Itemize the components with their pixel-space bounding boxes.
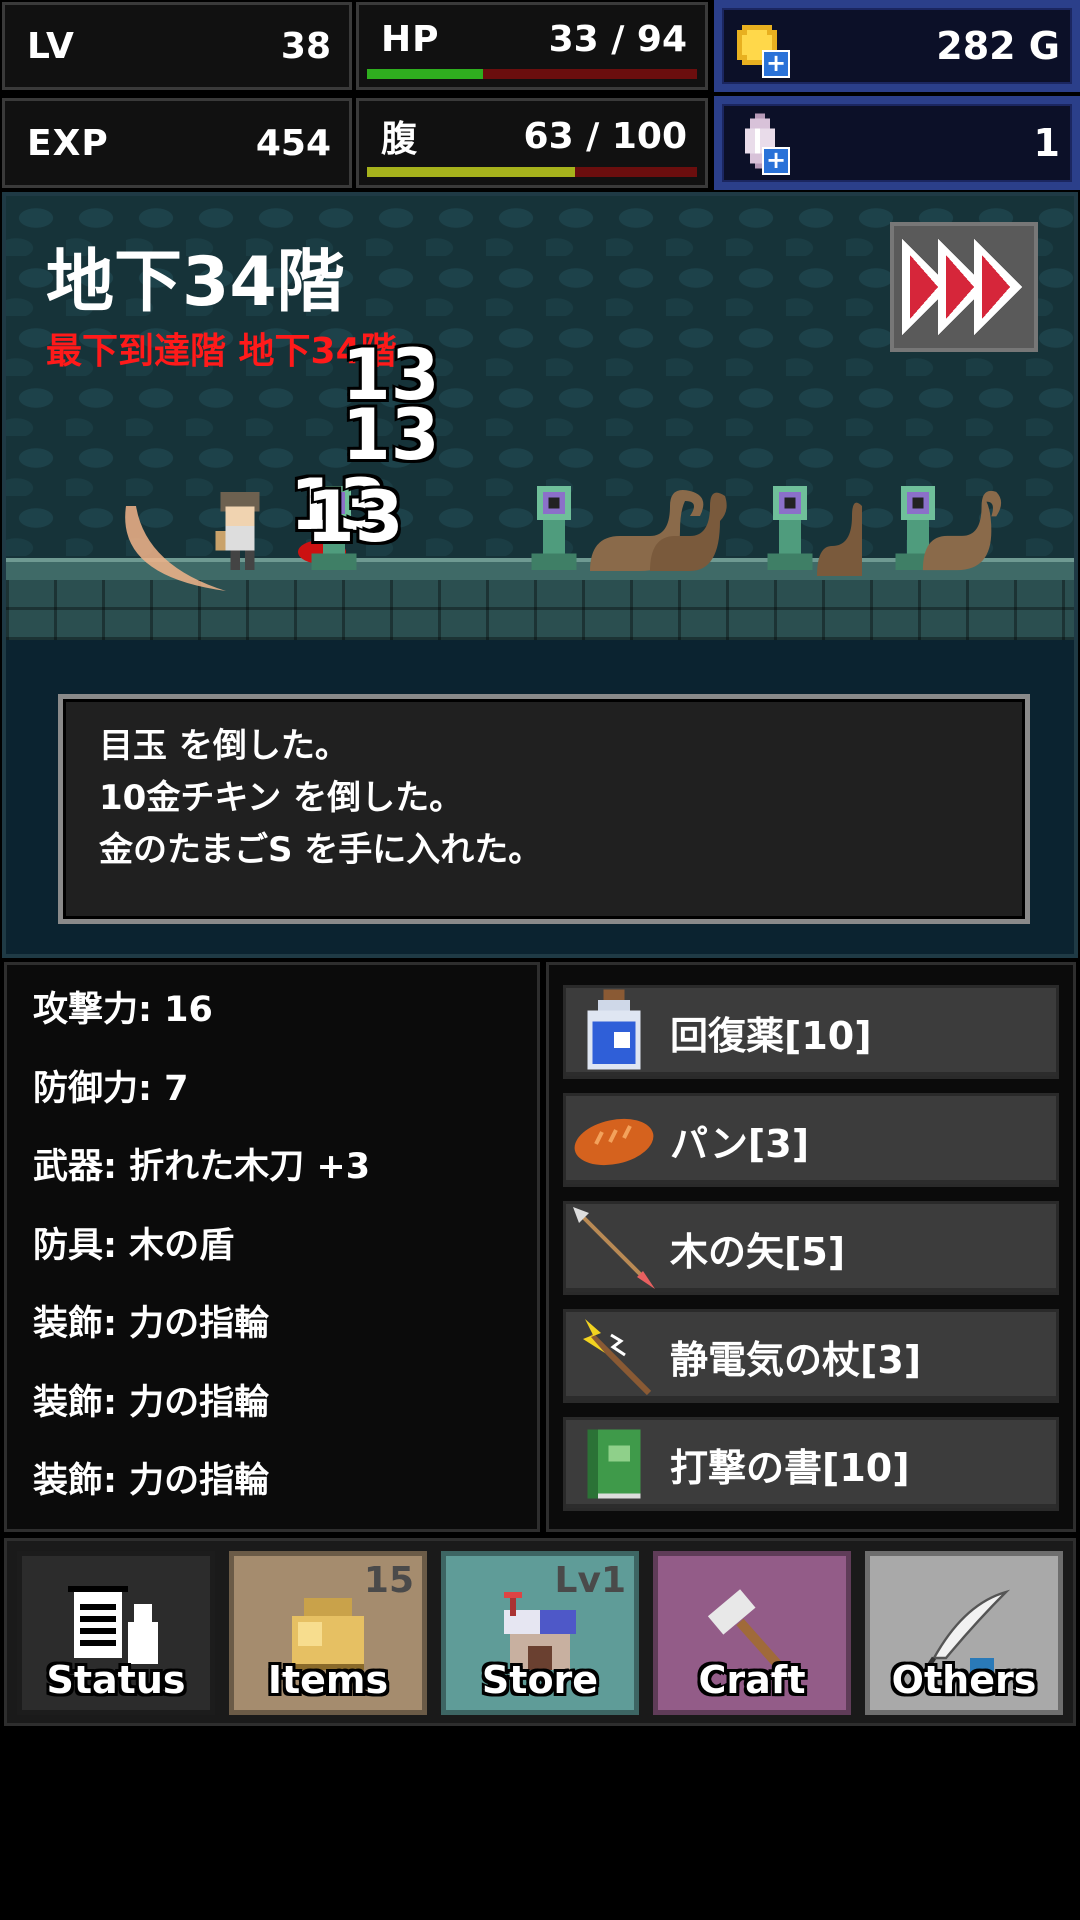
exp-box: EXP 454 <box>2 98 352 188</box>
hp-box: HP 33 / 94 <box>356 2 708 90</box>
equipment-panel: 攻撃力: 16 防御力: 7 武器: 折れた木刀 +3 防具: 木の盾 装飾: … <box>4 962 540 1532</box>
add-gold-icon[interactable]: + <box>762 50 790 78</box>
nav-store-button[interactable]: Lv1 Store <box>441 1551 639 1715</box>
bottom-nav: Status 15 Items Lv1 Store Craft Others <box>4 1538 1076 1726</box>
scorpion-monster <box>922 490 1002 571</box>
nav-status-label: Status <box>46 1658 186 1702</box>
book-icon <box>587 1429 641 1499</box>
exp-value: 454 <box>255 122 331 164</box>
battle-log: 目玉 を倒した。 10金チキン を倒した。 金のたまごS を手に入れた。 <box>58 694 1030 924</box>
hero-sprite <box>215 492 260 570</box>
item-recovery-potion[interactable]: 回復薬[10] <box>563 985 1059 1079</box>
accessory-slot: 装飾: 力の指輪 <box>33 1382 270 1423</box>
item-label: 回復薬[10] <box>670 1013 872 1058</box>
fast-forward-icon <box>902 239 1022 335</box>
damage-number: 13 <box>306 476 404 558</box>
add-crystal-icon[interactable]: + <box>762 147 790 175</box>
crystal-value: 1 <box>1033 121 1060 165</box>
hunger-bar-fill <box>367 167 575 177</box>
accessory-slot: 装飾: 力の指輪 <box>33 1304 270 1344</box>
item-wooden-arrow[interactable]: 木の矢[5] <box>563 1201 1059 1295</box>
quick-items-panel: 回復薬[10] パン[3] 木の矢[5] 静電気の杖[3] 打撃の書[10] <box>546 962 1076 1532</box>
battle-scene: 地下34階 最下到達階 地下34階 13 13 13 13 目玉 を倒した。 1… <box>2 192 1078 958</box>
fast-forward-button[interactable] <box>890 222 1038 352</box>
nav-items-button[interactable]: 15 Items <box>229 1551 427 1715</box>
hp-value: 33 / 94 <box>548 18 687 60</box>
arrow-icon <box>573 1207 655 1289</box>
item-label: パン[3] <box>670 1121 810 1166</box>
exp-label: EXP <box>27 122 109 164</box>
hp-label: HP <box>381 18 440 60</box>
gold-box[interactable]: + 282 G <box>714 0 1080 92</box>
level-box: LV 38 <box>2 2 352 90</box>
hp-bar <box>367 69 697 79</box>
gold-value: 282 G <box>936 24 1060 68</box>
hunger-label: 腹 <box>381 119 419 160</box>
nav-status-button[interactable]: Status <box>17 1551 215 1715</box>
log-line: 金のたまごS を手に入れた。 <box>99 830 543 870</box>
eyeball-monster <box>531 486 577 571</box>
accessory-slot: 装飾: 力の指輪 <box>33 1461 270 1501</box>
eyeball-monster <box>767 486 813 571</box>
nav-store-label: Store <box>481 1658 599 1702</box>
item-strike-book[interactable]: 打撃の書[10] <box>563 1417 1059 1511</box>
item-label: 静電気の杖[3] <box>670 1337 922 1382</box>
gold-coin-icon[interactable]: + <box>728 16 790 78</box>
nav-others-button[interactable]: Others <box>865 1551 1063 1715</box>
attack-stat: 攻撃力: 16 <box>33 990 213 1030</box>
bread-icon <box>574 1118 654 1166</box>
armor-slot: 防具: 木の盾 <box>33 1225 235 1266</box>
hunger-bar <box>367 167 697 177</box>
nav-craft-button[interactable]: Craft <box>653 1551 851 1715</box>
nav-craft-label: Craft <box>698 1658 806 1702</box>
crystal-icon[interactable]: + <box>728 113 790 175</box>
potion-icon <box>587 989 641 1070</box>
scorpion-monster <box>590 490 727 571</box>
hunger-value: 63 / 100 <box>523 115 687 157</box>
item-bread[interactable]: パン[3] <box>563 1093 1059 1187</box>
nav-others-label: Others <box>891 1658 1037 1702</box>
crystal-box[interactable]: + 1 <box>714 96 1080 190</box>
scorpion-monster <box>817 502 862 576</box>
floor-title: 地下34階 <box>46 243 345 322</box>
item-label: 打撃の書[10] <box>670 1445 910 1490</box>
level-value: 38 <box>280 25 331 67</box>
staff-icon <box>583 1319 652 1396</box>
hunger-box: 腹 63 / 100 <box>356 98 708 188</box>
nav-items-label: Items <box>267 1658 389 1702</box>
weapon-slot: 武器: 折れた木刀 +3 <box>33 1147 371 1187</box>
item-label: 木の矢[5] <box>670 1229 846 1274</box>
item-static-staff[interactable]: 静電気の杖[3] <box>563 1309 1059 1403</box>
level-label: LV <box>27 25 75 67</box>
hp-bar-fill <box>367 69 483 79</box>
defense-stat: 防御力: 7 <box>33 1068 189 1109</box>
